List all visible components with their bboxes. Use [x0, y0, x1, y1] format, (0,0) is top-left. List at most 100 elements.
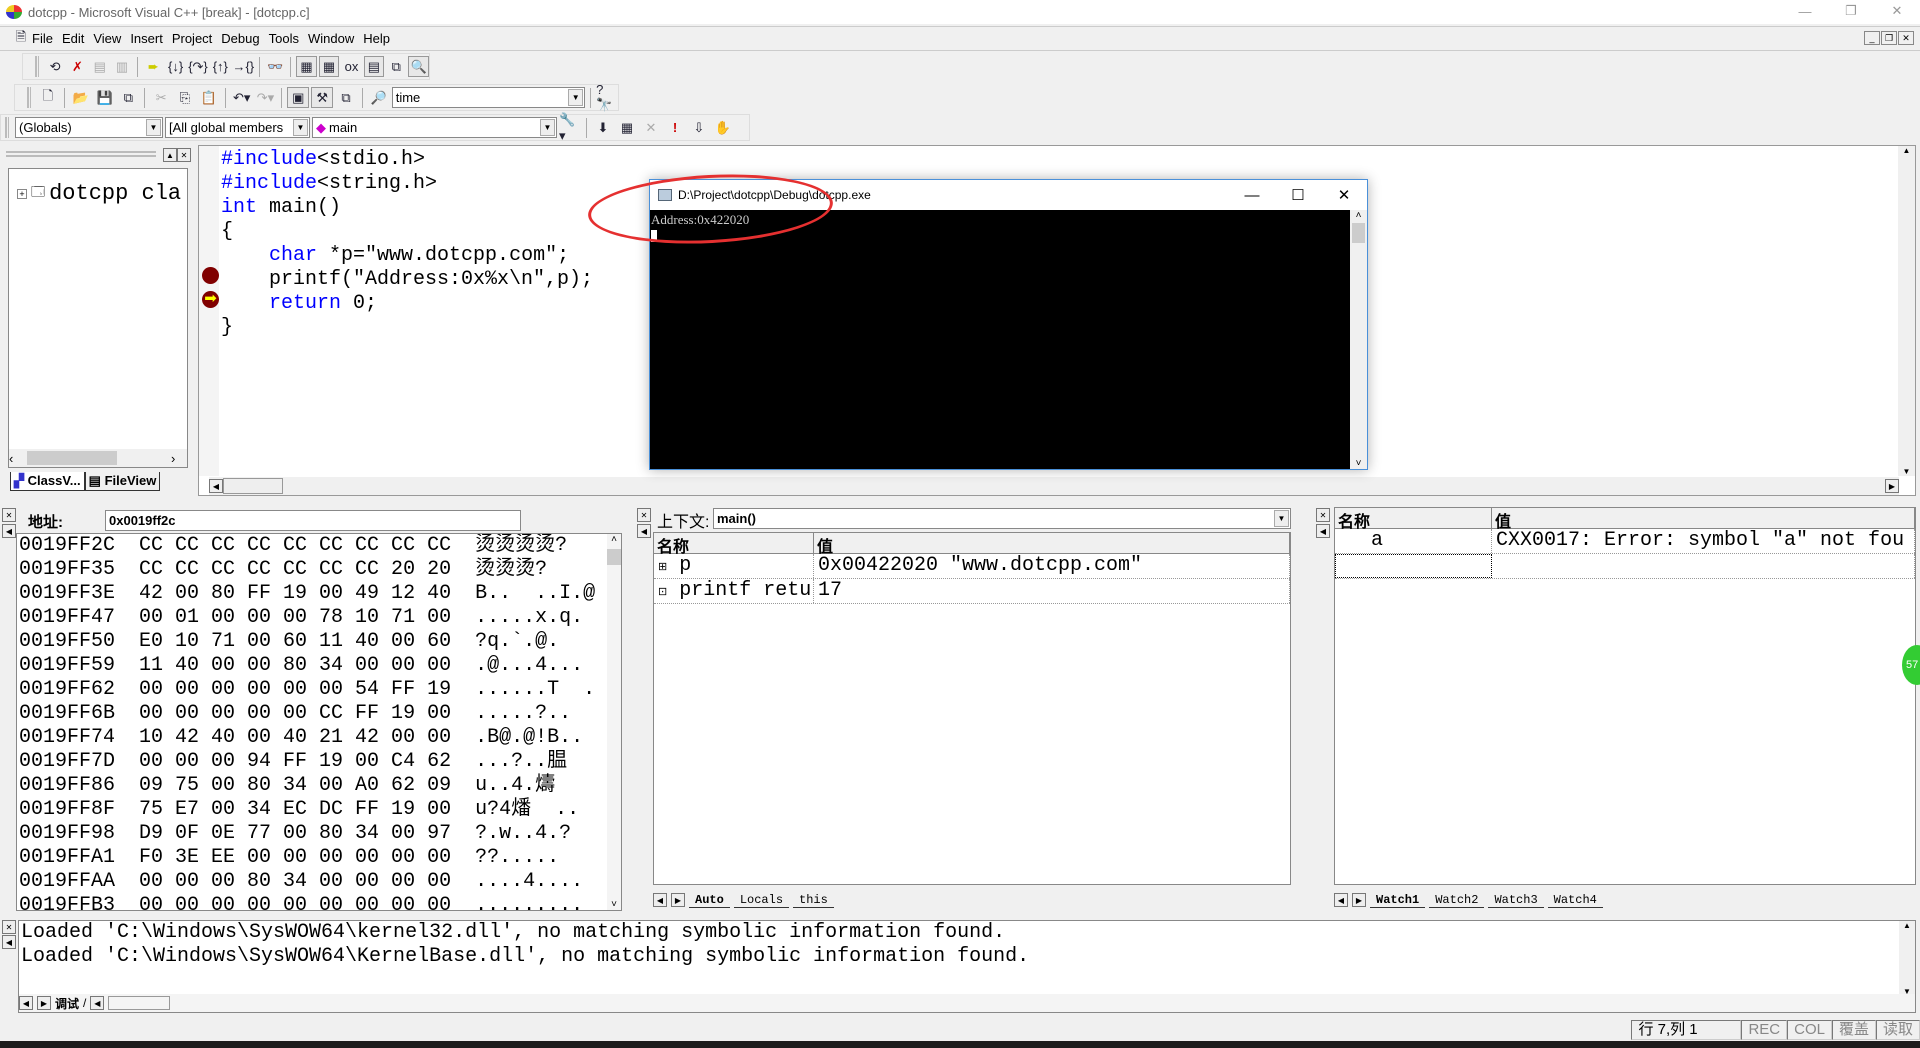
dock-pane-icon[interactable]: ◀ [2, 935, 16, 949]
save-all-icon[interactable]: ⧉ [117, 87, 139, 108]
watch-new-row[interactable] [1335, 554, 1915, 579]
watch-row[interactable]: a CXX0017: Error: symbol "a" not fou [1335, 529, 1915, 554]
tab-watch2[interactable]: Watch2 [1429, 893, 1485, 908]
open-icon[interactable]: 📂 [70, 87, 92, 108]
console-close-button[interactable]: ✕ [1321, 186, 1367, 204]
wizard-action-icon[interactable]: 🔧▾ [559, 112, 581, 143]
column-name[interactable]: 名称 [654, 533, 814, 556]
build-icon[interactable]: ▦ [616, 117, 638, 138]
show-next-statement-icon[interactable]: ➨ [143, 56, 163, 77]
close-button[interactable]: ✕ [1874, 0, 1920, 22]
console-scrollbar[interactable]: ˄ ˅ [1350, 210, 1367, 469]
tab-watch3[interactable]: Watch3 [1488, 893, 1544, 908]
watch-name-input[interactable] [1335, 554, 1492, 578]
run-to-cursor-icon[interactable]: →{} [232, 56, 254, 77]
mdi-restore-button[interactable]: ❐ [1881, 31, 1897, 45]
dock-pane-icon[interactable]: ◀ [2, 524, 16, 538]
paste-icon[interactable]: 📋 [198, 87, 220, 108]
console-maximize-button[interactable]: ☐ [1275, 186, 1321, 204]
menu-view[interactable]: View [93, 31, 121, 46]
disassembly-icon[interactable]: 🔍 [408, 56, 429, 77]
stop-build-icon[interactable]: ✕ [640, 117, 662, 138]
call-stack-icon[interactable]: ⧉ [386, 56, 406, 77]
variables-window-icon[interactable]: ▦ [318, 56, 340, 77]
apply-code-changes-icon[interactable]: ▥ [112, 56, 132, 77]
dock-pane-icon[interactable]: ◀ [637, 524, 651, 538]
watch-window-icon[interactable]: ▦ [296, 56, 317, 77]
menu-file[interactable]: File [32, 31, 53, 46]
close-pane-icon[interactable]: ✕ [2, 508, 16, 522]
output-scrollbar[interactable]: ▲ ▼ [1899, 921, 1915, 996]
break-execution-icon[interactable]: ▤ [90, 56, 110, 77]
menu-debug[interactable]: Debug [221, 31, 259, 46]
tab-watch1[interactable]: Watch1 [1370, 893, 1426, 908]
find-icon[interactable]: ?🔭 [596, 82, 618, 112]
watch-grid[interactable]: 名称值 a CXX0017: Error: symbol "a" not fou [1334, 507, 1916, 885]
insert-breakpoint-icon[interactable]: ✋ [712, 117, 734, 138]
members-combo[interactable]: [All global members ▼ [165, 117, 310, 138]
workspace-icon[interactable]: ▣ [287, 87, 310, 108]
column-value[interactable]: 值 [814, 533, 1290, 556]
restore-button[interactable]: ❐ [1828, 0, 1874, 22]
close-pane-icon[interactable]: ✕ [1316, 508, 1330, 522]
console-minimize-button[interactable]: — [1229, 187, 1275, 204]
menu-project[interactable]: Project [172, 31, 212, 46]
chevron-down-icon[interactable]: ▼ [293, 119, 308, 136]
menu-help[interactable]: Help [363, 31, 390, 46]
hscroll-left[interactable]: ◀ [90, 996, 105, 1010]
scope-combo[interactable]: (Globals) ▼ [15, 117, 163, 138]
column-value[interactable]: 值 [1492, 508, 1915, 531]
registers-window-icon[interactable]: ox [341, 56, 361, 77]
redo-icon[interactable]: ↷▾ [255, 87, 277, 108]
chevron-down-icon[interactable]: ▼ [146, 119, 161, 136]
menu-tools[interactable]: Tools [269, 31, 299, 46]
variables-grid[interactable]: 名称值 ⊞ p 0x00422020 "www.dotcpp.com" ⊡ pri… [653, 532, 1291, 885]
expand-icon[interactable]: + [17, 188, 27, 199]
tab-locals[interactable]: Locals [733, 893, 790, 908]
tab-scroll-left[interactable]: ◀ [19, 996, 33, 1010]
undo-icon[interactable]: ↶▾ [231, 87, 253, 108]
find-combo[interactable]: time ▼ [391, 87, 586, 108]
address-input[interactable]: 0x0019ff2c [105, 510, 521, 531]
maximize-pane-icon[interactable]: ▲ [163, 148, 177, 162]
execute-icon[interactable]: ! [664, 117, 686, 138]
quickwatch-icon[interactable]: 👓 [265, 56, 285, 77]
memory-window-icon[interactable]: ▤ [363, 56, 385, 77]
cut-icon[interactable]: ✂ [150, 87, 172, 108]
compile-icon[interactable]: ⬇ [592, 117, 614, 138]
tab-debug[interactable]: 调试 [55, 995, 79, 1012]
dock-pane-icon[interactable]: ◀ [1316, 524, 1330, 538]
column-name[interactable]: 名称 [1335, 508, 1492, 531]
save-icon[interactable]: 💾 [94, 87, 116, 108]
new-file-icon[interactable]: 🗋 [37, 87, 59, 108]
menu-window[interactable]: Window [308, 31, 354, 46]
tab-scroll-right[interactable]: ▶ [1352, 893, 1366, 907]
mdi-close-button[interactable]: ✕ [1898, 31, 1914, 45]
tab-classview[interactable]: ▞ ClassV... [10, 472, 85, 491]
minimize-button[interactable]: — [1782, 0, 1828, 22]
memory-scrollbar[interactable]: ˄ ˅ [607, 534, 621, 910]
mdi-minimize-button[interactable]: _ [1864, 31, 1880, 45]
output-icon[interactable]: ⚒ [311, 87, 334, 108]
variable-row[interactable]: ⊞ p 0x00422020 "www.dotcpp.com" [654, 554, 1290, 579]
tab-this[interactable]: this [793, 893, 834, 908]
variable-row[interactable]: ⊡ printf retu 17 [654, 579, 1290, 604]
step-over-icon[interactable]: {↷} [188, 56, 208, 77]
stop-debugging-icon[interactable]: ✗ [67, 56, 87, 77]
expand-icon[interactable]: ⊞ [658, 562, 667, 574]
chevron-down-icon[interactable]: ▼ [1274, 510, 1289, 527]
close-pane-icon[interactable]: ✕ [177, 148, 191, 162]
menu-edit[interactable]: Edit [62, 31, 84, 46]
memory-dump[interactable]: 0019FF2C CC CC CC CC CC CC CC CC CC 烫烫烫烫… [16, 533, 622, 911]
copy-icon[interactable]: ⎘ [174, 87, 196, 108]
menu-insert[interactable]: Insert [130, 31, 163, 46]
function-combo[interactable]: ◆ main ▼ [312, 117, 557, 138]
tab-scroll-left[interactable]: ◀ [1334, 893, 1348, 907]
tab-scroll-right[interactable]: ▶ [671, 893, 685, 907]
tab-scroll-left[interactable]: ◀ [653, 893, 667, 907]
tab-fileview[interactable]: ▤ FileView [84, 472, 161, 491]
output-text[interactable]: Loaded 'C:\Windows\SysWOW64\kernel32.dll… [18, 920, 1916, 1013]
restart-icon[interactable]: ⟲ [45, 56, 65, 77]
close-pane-icon[interactable]: ✕ [637, 508, 651, 522]
tab-watch4[interactable]: Watch4 [1547, 893, 1603, 908]
